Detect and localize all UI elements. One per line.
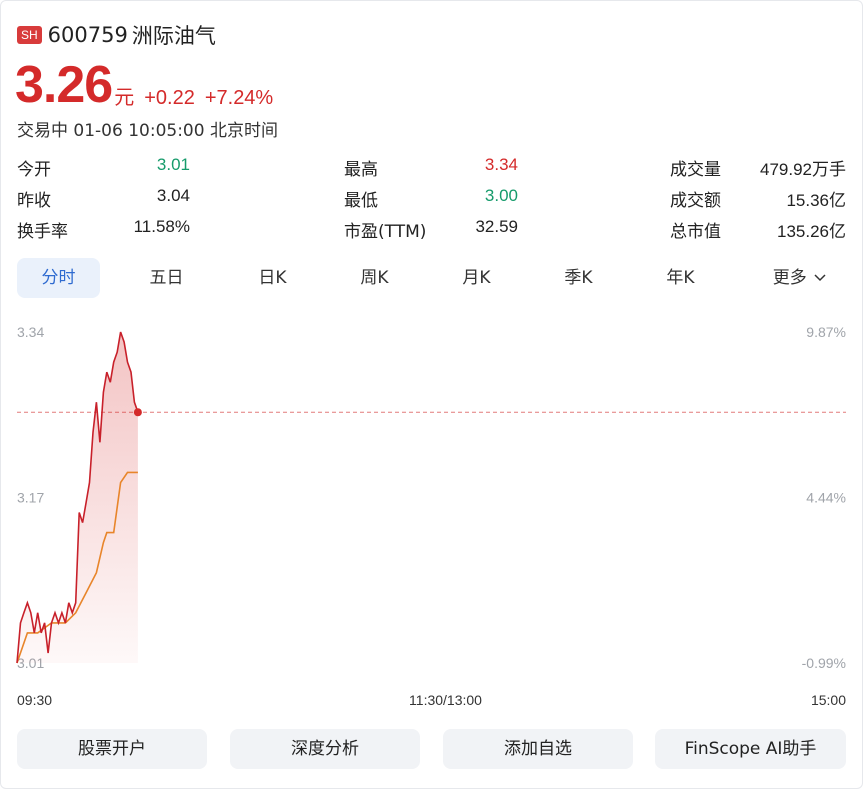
stat-value: 15.36亿 — [786, 191, 846, 210]
stat-market-cap: 总市值 135.26亿 — [670, 217, 846, 242]
stat-turnover: 换手率 11.58% — [17, 217, 190, 242]
stock-code: 600759 — [47, 23, 128, 47]
stat-label: 昨收 — [17, 191, 51, 211]
stat-open: 今开 3.01 — [17, 155, 190, 180]
tab-weekly-k[interactable]: 周K — [333, 258, 416, 298]
y-tick-label-left: 3.34 — [17, 324, 44, 340]
x-tick-label: 09:30 — [17, 692, 52, 708]
stat-label: 市盈(TTM) — [344, 222, 427, 242]
tab-quarterly-k[interactable]: 季K — [537, 258, 620, 298]
finscope-ai-button[interactable]: FinScope AI助手 — [655, 729, 846, 769]
stat-value: 32.59 — [475, 217, 518, 236]
tab-intraday[interactable]: 分时 — [17, 258, 100, 298]
stat-prev-close: 昨收 3.04 — [17, 186, 190, 211]
tab-daily-k[interactable]: 日K — [231, 258, 314, 298]
stat-value: 3.01 — [156, 155, 190, 174]
stat-value: 3.04 — [156, 186, 190, 205]
current-price-dot — [133, 408, 142, 417]
add-watchlist-button[interactable]: 添加自选 — [443, 729, 633, 769]
tab-more-label: 更多 — [772, 268, 807, 288]
stat-value: 3.34 — [484, 155, 518, 174]
stat-label: 最高 — [344, 160, 378, 180]
stat-low: 最低 3.00 — [344, 186, 518, 211]
stat-pe: 市盈(TTM) 32.59 — [344, 217, 518, 242]
stat-label: 总市值 — [670, 222, 721, 242]
y-tick-label-right: 9.87% — [806, 324, 846, 340]
x-tick-label: 11:30/13:00 — [409, 692, 482, 708]
market-badge: SH — [17, 26, 42, 44]
stat-label: 最低 — [344, 191, 378, 211]
period-tabs: 分时 五日 日K 周K 月K 季K 年K 更多 — [17, 258, 847, 298]
x-tick-label: 15:00 — [811, 692, 846, 708]
price-change: +0.22 — [144, 87, 195, 109]
current-price: 3.26 — [15, 56, 113, 114]
open-account-button[interactable]: 股票开户 — [17, 729, 207, 769]
stat-label: 成交额 — [670, 191, 721, 211]
chevron-down-icon — [814, 274, 826, 282]
price-unit: 元 — [114, 85, 135, 109]
price-change-pct: +7.24% — [204, 87, 274, 109]
stat-value: 479.92万手 — [760, 160, 846, 179]
trading-status: 交易中 01-06 10:05:00 北京时间 — [17, 121, 278, 141]
stat-value: 11.58% — [133, 217, 190, 236]
y-tick-label-right: 4.44% — [806, 490, 846, 506]
stock-header: SH 600759 洲际油气 — [17, 22, 216, 48]
deep-analysis-button[interactable]: 深度分析 — [230, 729, 420, 769]
stat-value: 135.26亿 — [777, 222, 846, 241]
stat-volume: 成交量 479.92万手 — [670, 155, 846, 180]
intraday-chart: 3.343.173.01 9.87%4.44%-0.99% 09:3011:30… — [16, 324, 846, 708]
stat-label: 今开 — [17, 160, 51, 180]
y-tick-label-left: 3.17 — [17, 490, 44, 506]
stock-name: 洲际油气 — [131, 24, 216, 48]
tab-monthly-k[interactable]: 月K — [435, 258, 518, 298]
stat-high: 最高 3.34 — [344, 155, 518, 180]
stat-label: 换手率 — [17, 222, 68, 242]
tab-yearly-k[interactable]: 年K — [639, 258, 722, 298]
stat-value: 3.00 — [484, 186, 518, 205]
price-row: 3.26 元 +0.22 +7.24% — [15, 58, 273, 112]
y-tick-label-right: -0.99% — [802, 655, 846, 671]
tab-five-day[interactable]: 五日 — [125, 258, 208, 298]
stat-amount: 成交额 15.36亿 — [670, 186, 846, 211]
tab-more[interactable]: 更多 — [752, 258, 847, 298]
stat-label: 成交量 — [670, 160, 721, 180]
